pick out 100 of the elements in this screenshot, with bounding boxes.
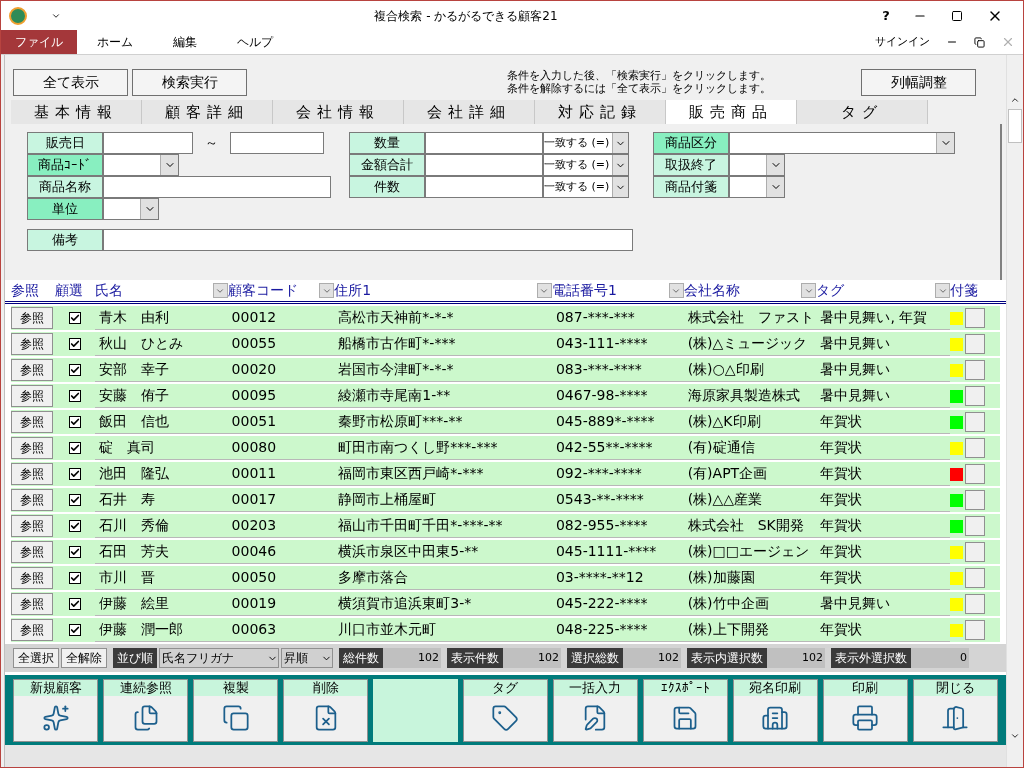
- column-header[interactable]: 顧客コード: [227, 280, 298, 301]
- tab[interactable]: 顧客詳細: [142, 100, 273, 124]
- note-button[interactable]: [965, 542, 986, 562]
- sort-dropdown-icon[interactable]: [935, 283, 951, 298]
- checkbox[interactable]: [68, 468, 81, 480]
- reference-button[interactable]: 参照: [11, 489, 53, 511]
- reference-button[interactable]: 参照: [11, 463, 53, 485]
- value-field[interactable]: [425, 132, 543, 154]
- signin-link[interactable]: サインイン: [875, 33, 930, 51]
- dropdown-icon[interactable]: [766, 177, 784, 197]
- toolbar-button[interactable]: 新規顧客: [13, 678, 98, 742]
- combo-field[interactable]: [729, 154, 785, 176]
- sort-dropdown-icon[interactable]: [668, 283, 684, 298]
- sort-field-combo[interactable]: 氏名フリガナ: [159, 648, 279, 668]
- text-field[interactable]: [103, 176, 331, 198]
- sort-dropdown-icon[interactable]: [801, 283, 817, 298]
- reference-button[interactable]: 参照: [11, 515, 53, 537]
- combo-field[interactable]: [729, 132, 955, 154]
- tab[interactable]: 販売商品: [666, 100, 797, 124]
- checkbox[interactable]: [68, 312, 81, 324]
- dropdown-icon[interactable]: [612, 133, 628, 153]
- sort-dropdown-icon[interactable]: [536, 283, 552, 298]
- dropdown-icon[interactable]: [612, 155, 628, 175]
- tab[interactable]: 会社情報: [273, 100, 404, 124]
- reference-button[interactable]: 参照: [11, 411, 53, 433]
- column-header[interactable]: 顧選: [54, 280, 83, 301]
- note-button[interactable]: [965, 516, 986, 536]
- tab[interactable]: タグ: [797, 100, 928, 124]
- combo-field[interactable]: [729, 176, 785, 198]
- checkbox[interactable]: [68, 598, 81, 610]
- note-button[interactable]: [965, 490, 986, 510]
- restore-icon[interactable]: [974, 36, 985, 48]
- toolbar-button[interactable]: ｴｸｽﾎﾟｰﾄ: [642, 678, 728, 742]
- checkbox[interactable]: [68, 442, 81, 454]
- column-header[interactable]: タグ: [816, 280, 845, 301]
- toolbar-button[interactable]: 閉じる: [912, 678, 998, 742]
- clear-all-button[interactable]: 全解除: [61, 648, 107, 668]
- scroll-up-icon[interactable]: [1010, 95, 1020, 105]
- operator-combo[interactable]: 一致する (=): [543, 132, 629, 154]
- dropdown-icon[interactable]: [612, 177, 628, 197]
- operator-combo[interactable]: 一致する (=): [543, 154, 629, 176]
- toolbar-button[interactable]: 連続参照: [103, 678, 188, 742]
- note-button[interactable]: [965, 438, 986, 458]
- combo-field[interactable]: [103, 198, 159, 220]
- column-header[interactable]: 電話番号1: [551, 280, 617, 301]
- reference-button[interactable]: 参照: [11, 333, 53, 355]
- checkbox[interactable]: [68, 520, 81, 532]
- checkbox[interactable]: [68, 364, 81, 376]
- note-button[interactable]: [965, 568, 986, 588]
- scroll-thumb[interactable]: [1008, 109, 1022, 143]
- checkbox[interactable]: [68, 416, 81, 428]
- scrollbar[interactable]: [1006, 55, 1023, 767]
- checkbox[interactable]: [68, 338, 81, 350]
- help-button[interactable]: ?: [871, 5, 901, 26]
- date-field[interactable]: [230, 132, 324, 154]
- sort-order-combo[interactable]: 昇順: [281, 648, 333, 668]
- note-button[interactable]: [965, 620, 986, 640]
- sort-dropdown-icon[interactable]: [212, 283, 228, 298]
- value-field[interactable]: [425, 154, 543, 176]
- note-button[interactable]: [965, 464, 986, 484]
- toolbar-button[interactable]: 一括入力: [552, 678, 638, 742]
- reference-button[interactable]: 参照: [11, 593, 53, 615]
- reference-button[interactable]: 参照: [11, 359, 53, 381]
- menu-tab[interactable]: ファイル: [1, 30, 77, 54]
- checkbox[interactable]: [68, 572, 81, 584]
- reference-button[interactable]: 参照: [11, 619, 53, 641]
- dropdown-icon[interactable]: [140, 199, 158, 219]
- checkbox[interactable]: [68, 494, 81, 506]
- operator-combo[interactable]: 一致する (=): [543, 176, 629, 198]
- reference-button[interactable]: 参照: [11, 567, 53, 589]
- note-button[interactable]: [965, 412, 986, 432]
- column-header[interactable]: 会社名称: [683, 280, 740, 301]
- checkbox[interactable]: [68, 390, 81, 402]
- reference-button[interactable]: 参照: [11, 307, 53, 329]
- scroll-down-icon[interactable]: [1010, 731, 1020, 741]
- tab[interactable]: 会社詳細: [404, 100, 535, 124]
- checkbox[interactable]: [68, 624, 81, 636]
- tab[interactable]: 対応記録: [535, 100, 666, 124]
- select-all-button[interactable]: 全選択: [13, 648, 59, 668]
- note-field[interactable]: [103, 229, 633, 251]
- search-button[interactable]: 検索実行: [132, 68, 247, 96]
- dropdown-icon[interactable]: [766, 155, 784, 175]
- tab[interactable]: 基本情報: [11, 100, 142, 124]
- reference-button[interactable]: 参照: [11, 437, 53, 459]
- dropdown-icon[interactable]: [160, 155, 178, 175]
- maximize-icon[interactable]: [951, 9, 963, 22]
- note-button[interactable]: [965, 594, 986, 614]
- menu-tab[interactable]: ヘルプ: [223, 30, 287, 54]
- toolbar-button[interactable]: 削除: [283, 678, 368, 742]
- reference-button[interactable]: 参照: [11, 541, 53, 563]
- toolbar-button[interactable]: 宛名印刷: [732, 678, 818, 742]
- column-header[interactable]: 付箋: [950, 280, 979, 301]
- menu-tab[interactable]: ホーム: [83, 30, 147, 54]
- checkbox[interactable]: [68, 546, 81, 558]
- column-header[interactable]: 住所1: [334, 280, 372, 301]
- date-field[interactable]: [103, 132, 193, 154]
- note-button[interactable]: [965, 334, 986, 354]
- column-header[interactable]: 氏名: [94, 280, 123, 301]
- fit-columns-button[interactable]: 列幅調整: [861, 68, 976, 96]
- note-button[interactable]: [965, 386, 986, 406]
